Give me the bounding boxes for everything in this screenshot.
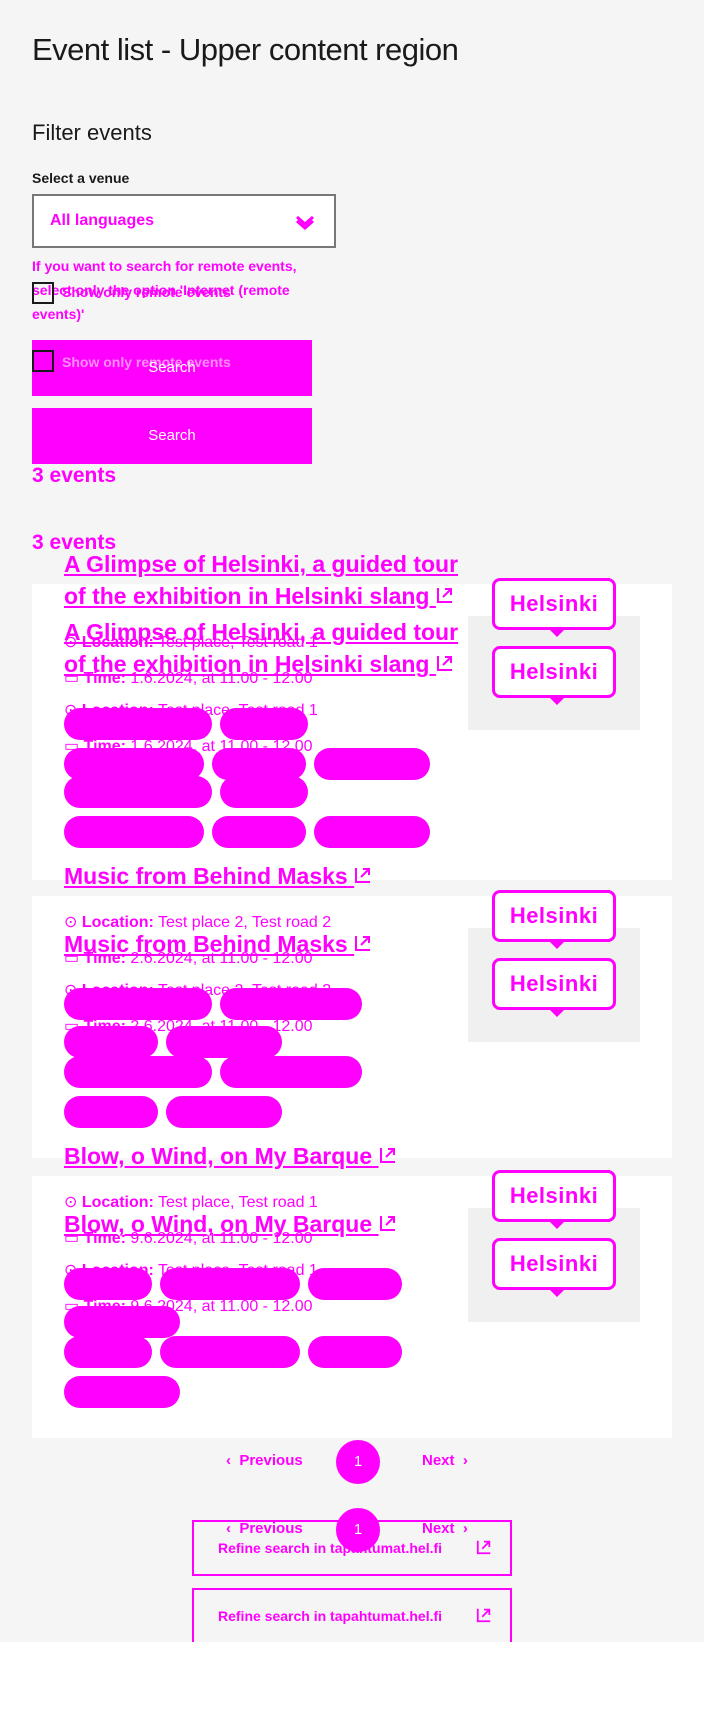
event-tag[interactable] (160, 1336, 300, 1368)
event-title-link-ghost[interactable]: Music from Behind Masks (64, 860, 372, 892)
calendar-icon: ▭ (64, 670, 80, 687)
pagination-current-page[interactable]: 1 (336, 1508, 380, 1552)
event-tag[interactable] (64, 988, 212, 1020)
event-tag[interactable] (220, 776, 308, 808)
event-tag[interactable] (64, 1376, 180, 1408)
calendar-icon: ▭ (64, 1230, 80, 1247)
event-tag[interactable] (220, 708, 308, 740)
calendar-icon: ▭ (64, 950, 80, 967)
event-tag[interactable] (64, 1306, 180, 1338)
external-link-icon (476, 1539, 492, 1560)
event-time: ▭ Time: 2.6.2024, at 11.00 - 12.00 (64, 950, 313, 967)
events-count-ghost: 3 events (32, 464, 117, 487)
venue-select-value: All languages (50, 212, 155, 229)
event-tag[interactable] (64, 1056, 212, 1088)
event-tag[interactable] (308, 1336, 402, 1368)
helsinki-logo: Helsinki (492, 958, 616, 1017)
event-tag[interactable] (308, 1268, 402, 1300)
event-tag[interactable] (220, 1056, 362, 1088)
event-tag[interactable] (314, 748, 430, 780)
pagination-previous[interactable]: ‹ Previous (226, 1520, 303, 1537)
chevron-left-icon: ‹ (226, 1520, 231, 1537)
helsinki-logo: Helsinki (492, 890, 616, 949)
event-tag[interactable] (64, 776, 212, 808)
event-tag[interactable] (64, 708, 212, 740)
event-tag[interactable] (64, 816, 204, 848)
helsinki-logo: Helsinki (492, 1238, 616, 1297)
event-location: ⊙ Location: Test place, Test road 1 (64, 634, 318, 651)
event-tag[interactable] (64, 1026, 158, 1058)
event-title-link-ghost[interactable]: Blow, o Wind, on My Barque (64, 1140, 397, 1172)
event-tag[interactable] (166, 1026, 282, 1058)
pagination-next-ghost[interactable]: Next › (422, 1452, 468, 1469)
event-tag[interactable] (64, 1096, 158, 1128)
venue-label: Select a venue (32, 170, 130, 186)
external-link-icon (354, 863, 372, 889)
event-location: ⊙ Location: Test place, Test road 1 (64, 1194, 318, 1211)
chevron-right-icon: › (462, 1520, 468, 1537)
event-tag[interactable] (314, 816, 430, 848)
location-icon: ⊙ (64, 634, 78, 651)
external-link-icon (476, 1607, 492, 1628)
external-link-icon (379, 1211, 397, 1237)
event-tag[interactable] (64, 1268, 152, 1300)
location-icon: ⊙ (64, 1194, 78, 1211)
page-title: Event list - Upper content region (32, 32, 459, 67)
chevron-left-icon: ‹ (226, 1452, 231, 1469)
event-time: ▭ Time: 1.6.2024, at 11.00 - 12.00 (64, 670, 313, 687)
external-link-icon (379, 1143, 397, 1169)
external-link-icon (354, 931, 372, 957)
remote-events-checkbox-ghost[interactable] (32, 282, 54, 304)
filter-heading: Filter events (32, 120, 152, 145)
pagination-next[interactable]: Next › (422, 1520, 468, 1537)
pagination-current-page-ghost[interactable]: 1 (336, 1440, 380, 1484)
event-tag[interactable] (160, 1268, 300, 1300)
search-button[interactable]: Search (32, 408, 312, 464)
event-time: ▭ Time: 9.6.2024, at 11.00 - 12.00 (64, 1230, 313, 1247)
location-icon: ⊙ (64, 914, 78, 931)
helsinki-logo: Helsinki (492, 578, 616, 637)
remote-events-checkbox[interactable] (32, 350, 54, 372)
remote-events-checkbox-label: Show only remote events (62, 354, 231, 370)
event-tag[interactable] (64, 1336, 152, 1368)
event-tag[interactable] (166, 1096, 282, 1128)
helsinki-logo: Helsinki (492, 646, 616, 705)
page: Event list - Upper content region Filter… (0, 0, 704, 1642)
chevron-down-icon (294, 210, 316, 237)
refine-search-link[interactable]: Refine search in tapahtumat.hel.fi (192, 1588, 512, 1642)
chevron-right-icon: › (462, 1452, 468, 1469)
event-tag[interactable] (220, 988, 362, 1020)
helsinki-logo: Helsinki (492, 1170, 616, 1229)
event-location: ⊙ Location: Test place 2, Test road 2 (64, 914, 332, 931)
remote-events-checkbox-label-ghost: Show only remote events (62, 284, 231, 300)
external-link-icon (436, 651, 454, 677)
external-link-icon (436, 583, 454, 609)
pagination-previous-ghost[interactable]: ‹ Previous (226, 1452, 303, 1469)
event-title-link-ghost[interactable]: A Glimpse of Helsinki, a guided tour of t… (64, 548, 458, 612)
event-tag[interactable] (212, 816, 306, 848)
venue-select[interactable]: All languages (32, 194, 336, 248)
